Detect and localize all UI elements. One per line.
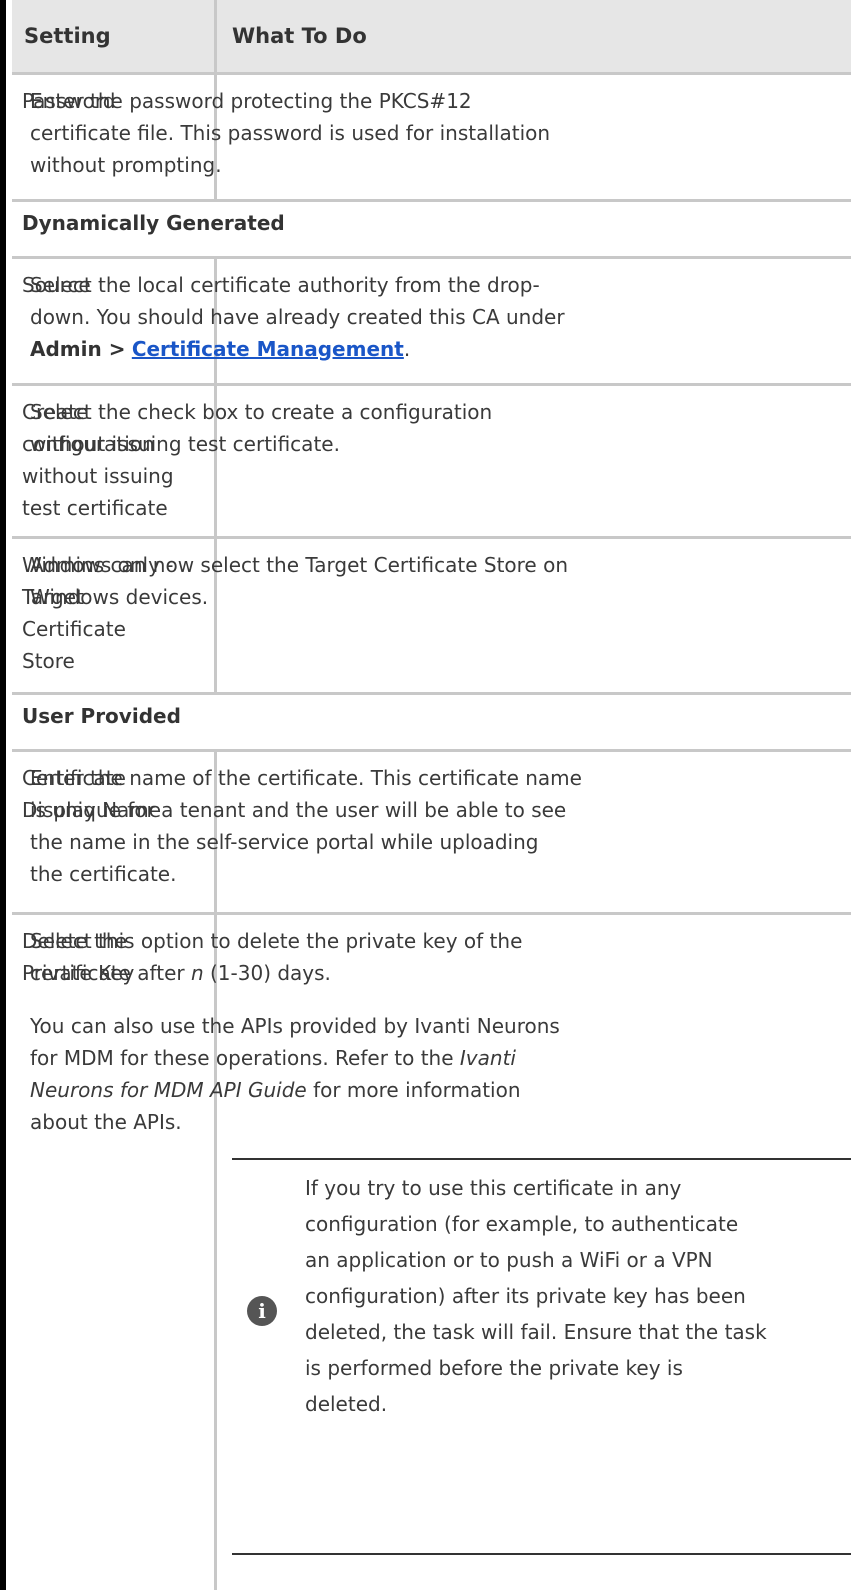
text-run: for MDM for these operations. Refer to t… [30,1046,460,1070]
settings-table: Setting What To Do Password Enter the pa… [0,0,851,1590]
note-line: configuration (for example, to authentic… [305,1212,739,1236]
description-line: the certificate. [30,862,177,886]
header-setting: Setting [24,24,111,48]
setting-line: without issuing [22,464,174,488]
description-cell: Admins can now select the Target Certifi… [30,549,845,613]
table-row-create-configuration: Create configuration without issuing tes… [12,386,851,536]
setting-line: Certificate [22,617,126,641]
note-line: deleted. [305,1392,388,1416]
note-line: is performed before the private key is [305,1356,683,1380]
section-row-dynamic: Dynamically Generated [12,202,851,256]
note-text: If you try to use this certificate in an… [305,1170,845,1422]
guide-title-italic: Ivanti [459,1046,516,1070]
note-line: deleted, the task will fail. Ensure that… [305,1320,767,1344]
description-line: certificate after n (1-30) days. [30,957,845,989]
note-line: an application or to push a WiFi or a VP… [305,1248,713,1272]
description-line: Select this option to delete the private… [30,929,523,953]
italic-n: n [190,961,204,985]
table-row-certificate-display-name: Certificate Display Name Enter the name … [12,752,851,912]
table-row-delete-private-key: Delete the Private Key Select this optio… [12,915,851,1590]
text-run: (1-30) days. [203,961,331,985]
note-line: If you try to use this certificate in an… [305,1176,682,1200]
description-line: the name in the self-service portal whil… [30,830,539,854]
description-cell: Select the local certificate authority f… [30,269,845,365]
description-line: Enter the name of the certificate. This … [30,766,582,790]
description-line: certificate file. This password is used … [30,121,551,145]
note-bottom-rule [232,1553,851,1555]
period: . [403,337,411,361]
text-run: for more information [306,1078,521,1102]
description-line: Windows devices. [30,585,209,609]
header-what-to-do: What To Do [232,24,367,48]
description-line: about the APIs. [30,1110,182,1134]
description-line: down. You should have already created th… [30,305,565,329]
section-heading: Dynamically Generated [22,211,285,235]
description-cell: Enter the password protecting the PKCS#1… [30,85,845,181]
info-icon: i [247,1296,277,1326]
note-line: configuration) after its private key has… [305,1284,746,1308]
table-row-password: Password Enter the password protecting t… [12,75,851,199]
table-header-row: Setting What To Do [12,0,851,72]
description-cell: Enter the name of the certificate. This … [30,762,845,890]
description-cell: Select the check box to create a configu… [30,396,845,460]
description-line: Enter the password protecting the PKCS#1… [30,89,472,113]
section-heading: User Provided [22,704,181,728]
description-line: You can also use the APIs provided by Iv… [30,1014,560,1038]
description-cell: Select this option to delete the private… [30,925,845,1138]
note-top-rule [232,1158,851,1160]
guide-title-italic: Neurons for MDM API Guide [30,1078,307,1102]
text-run: certificate after [30,961,191,985]
description-line: Select the local certificate authority f… [30,273,540,297]
description-line: Neurons for MDM API Guide for more infor… [30,1074,845,1106]
certificate-management-link[interactable]: Certificate Management [132,337,404,361]
description-line: is unique for a tenant and the user will… [30,798,567,822]
setting-line: Store [22,649,75,673]
description-line: Admin > Certificate Management. [30,333,845,365]
column-divider [214,0,217,72]
description-line: Select the check box to create a configu… [30,400,493,424]
admin-path-label: Admin > [30,337,126,361]
table-row-source: Source Select the local certificate auth… [12,259,851,383]
description-line: without prompting. [30,153,222,177]
description-line: Admins can now select the Target Certifi… [30,553,568,577]
description-line: for MDM for these operations. Refer to t… [30,1042,845,1074]
setting-line: test certificate [22,496,168,520]
description-line: without issuing test certificate. [30,432,340,456]
section-row-user-provided: User Provided [12,695,851,749]
table-row-windows-only: Windows only - Target Certificate Store … [12,539,851,692]
